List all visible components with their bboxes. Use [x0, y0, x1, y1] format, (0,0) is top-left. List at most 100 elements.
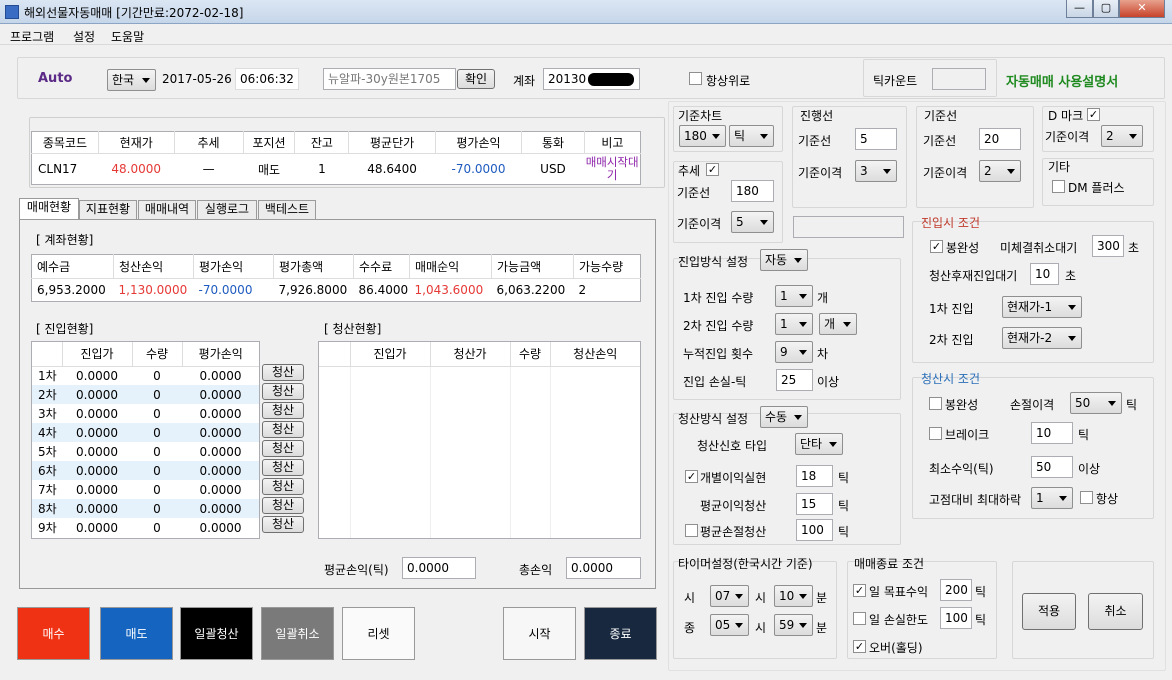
tab-backtest[interactable]: 백테스트: [258, 200, 316, 219]
target-field[interactable]: 200: [940, 579, 972, 601]
end-minute-select[interactable]: 59: [774, 614, 813, 636]
always-on-top-checkbox[interactable]: [689, 72, 702, 85]
menu-help[interactable]: 도움말: [111, 28, 144, 45]
brake-checkbox[interactable]: [929, 427, 942, 440]
signal-select[interactable]: 단타: [795, 433, 843, 455]
trend-title: 추세: [678, 164, 701, 178]
loss-limit-checkbox[interactable]: [853, 612, 866, 625]
progress-gap-select[interactable]: 3: [855, 160, 897, 182]
maximize-button[interactable]: ▢: [1093, 0, 1119, 18]
progress-title: 진행선: [800, 109, 834, 123]
clear-header-row: 진입가 청산가 수량 청산손익: [319, 342, 640, 366]
reset-button[interactable]: 리셋: [342, 607, 415, 660]
entry-loss-field[interactable]: 25: [776, 369, 813, 391]
clear-row-button[interactable]: 청산: [262, 364, 304, 381]
entry-method-select[interactable]: 자동: [760, 249, 808, 271]
tab-trading-status[interactable]: 매매현황: [19, 198, 79, 219]
account-table: 예수금 청산손익 평가손익 평가총액 수수료 매매순익 가능금액 가능수량 6,…: [31, 254, 641, 302]
baseline-base-field[interactable]: 20: [979, 128, 1021, 150]
second-entry-select[interactable]: 현재가-2: [1002, 327, 1082, 349]
minimize-button[interactable]: —: [1066, 0, 1093, 18]
loss-gap-select[interactable]: 50: [1070, 392, 1122, 414]
reentry-wait-field[interactable]: 10: [1030, 263, 1059, 285]
qty1-select[interactable]: 1: [775, 285, 813, 307]
base-chart-value-select[interactable]: 180: [679, 125, 726, 147]
clear-col-clear-price: 청산가: [430, 342, 511, 366]
account-field[interactable]: 20130: [543, 68, 640, 90]
brake-label: 브레이크: [945, 428, 990, 442]
tab-execution-log[interactable]: 실행로그: [197, 200, 257, 219]
unfilled-field[interactable]: 300: [1092, 235, 1124, 257]
dmark-gap-select[interactable]: 2: [1101, 125, 1143, 147]
clear-all-button[interactable]: 일괄청산: [180, 607, 253, 660]
trend-base-field[interactable]: 180: [731, 180, 774, 202]
reentry-wait-unit: 초: [1065, 269, 1077, 283]
dmark-checkbox[interactable]: ✓: [1087, 108, 1100, 121]
clear-method-select[interactable]: 수동: [760, 406, 808, 428]
base-chart-unit-select[interactable]: 틱: [729, 125, 774, 147]
language-select[interactable]: 한국: [107, 69, 156, 91]
always-on-top-label: 항상위로: [706, 74, 751, 88]
cancel-button[interactable]: 취소: [1088, 593, 1143, 630]
sell-button[interactable]: 매도: [100, 607, 173, 660]
start-hour-select[interactable]: 07: [710, 585, 749, 607]
acc-col-deposit: 예수금: [31, 254, 114, 279]
clear-row-button[interactable]: 청산: [262, 459, 304, 476]
always-checkbox[interactable]: [1080, 491, 1093, 504]
menu-settings[interactable]: 설정: [73, 28, 95, 45]
qty2-select[interactable]: 1: [775, 313, 813, 335]
entry-row: 8차 0.0000 0 0.0000: [32, 499, 259, 518]
dm-plus-checkbox[interactable]: [1052, 180, 1065, 193]
indiv-profit-checkbox[interactable]: ✓: [685, 470, 698, 483]
entry-candle-label: 봉완성: [946, 241, 980, 255]
stop-button[interactable]: 종료: [584, 607, 657, 660]
window-title: 해외선물자동매매 [기간만료:2072-02-18]: [24, 6, 244, 20]
cancel-all-button[interactable]: 일괄취소: [261, 607, 334, 660]
progress-base-field[interactable]: 5: [855, 128, 897, 150]
end-hour-select[interactable]: 05: [710, 614, 749, 636]
clear-row-button[interactable]: 청산: [262, 440, 304, 457]
close-button[interactable]: ✕: [1119, 0, 1165, 18]
tab-indicator-status[interactable]: 지표현황: [79, 200, 137, 219]
apply-button[interactable]: 적용: [1022, 593, 1076, 630]
clear-table: 진입가 청산가 수량 청산손익: [319, 342, 640, 538]
target-checkbox[interactable]: ✓: [853, 584, 866, 597]
trend-checkbox[interactable]: ✓: [706, 163, 719, 176]
loss-gap-label: 손절이격: [1010, 398, 1055, 412]
clear-row-button[interactable]: 청산: [262, 478, 304, 495]
account-number: 20130: [548, 72, 587, 86]
loss-limit-field[interactable]: 100: [940, 607, 972, 629]
clear-row-button[interactable]: 청산: [262, 402, 304, 419]
indiv-profit-field[interactable]: 18: [796, 465, 833, 487]
clear-row-button[interactable]: 청산: [262, 497, 304, 514]
clear-row-button[interactable]: 청산: [262, 516, 304, 533]
confirm-button[interactable]: 확인: [457, 69, 495, 89]
progress-gap-label: 기준이격: [798, 166, 843, 180]
clear-candle-checkbox[interactable]: [929, 397, 942, 410]
qty2-unit-select[interactable]: 개: [819, 313, 857, 335]
clear-method-title: 청산방식 설정: [678, 412, 749, 426]
clear-row-button[interactable]: 청산: [262, 421, 304, 438]
buy-button[interactable]: 매수: [17, 607, 90, 660]
tab-trade-history[interactable]: 매매내역: [138, 200, 196, 219]
count-select[interactable]: 9: [775, 341, 813, 363]
menu-program[interactable]: 프로그램: [10, 28, 54, 45]
start-button[interactable]: 시작: [503, 607, 576, 660]
first-entry-select[interactable]: 현재가-1: [1002, 296, 1082, 318]
max-drop-select[interactable]: 1: [1031, 487, 1073, 509]
baseline-gap-select[interactable]: 2: [979, 160, 1021, 182]
clear-row-button[interactable]: 청산: [262, 383, 304, 400]
trend-gap-select[interactable]: 5: [731, 211, 774, 233]
product-field[interactable]: 뉴알파-30y원본1705: [323, 68, 456, 90]
avg-loss-field[interactable]: 100: [796, 519, 833, 541]
brake-field[interactable]: 10: [1031, 422, 1073, 444]
manual-link[interactable]: 자동매매 사용설명서: [1006, 71, 1118, 90]
redaction-mark: [588, 73, 635, 86]
entry-candle-checkbox[interactable]: ✓: [930, 240, 943, 253]
avg-profit-field[interactable]: 15: [796, 493, 833, 515]
start-minute-select[interactable]: 10: [774, 585, 813, 607]
min-profit-field[interactable]: 50: [1031, 456, 1073, 478]
avg-loss-checkbox[interactable]: [685, 524, 698, 537]
entry-row: 5차 0.0000 0 0.0000: [32, 442, 259, 461]
overnight-checkbox[interactable]: ✓: [853, 640, 866, 653]
